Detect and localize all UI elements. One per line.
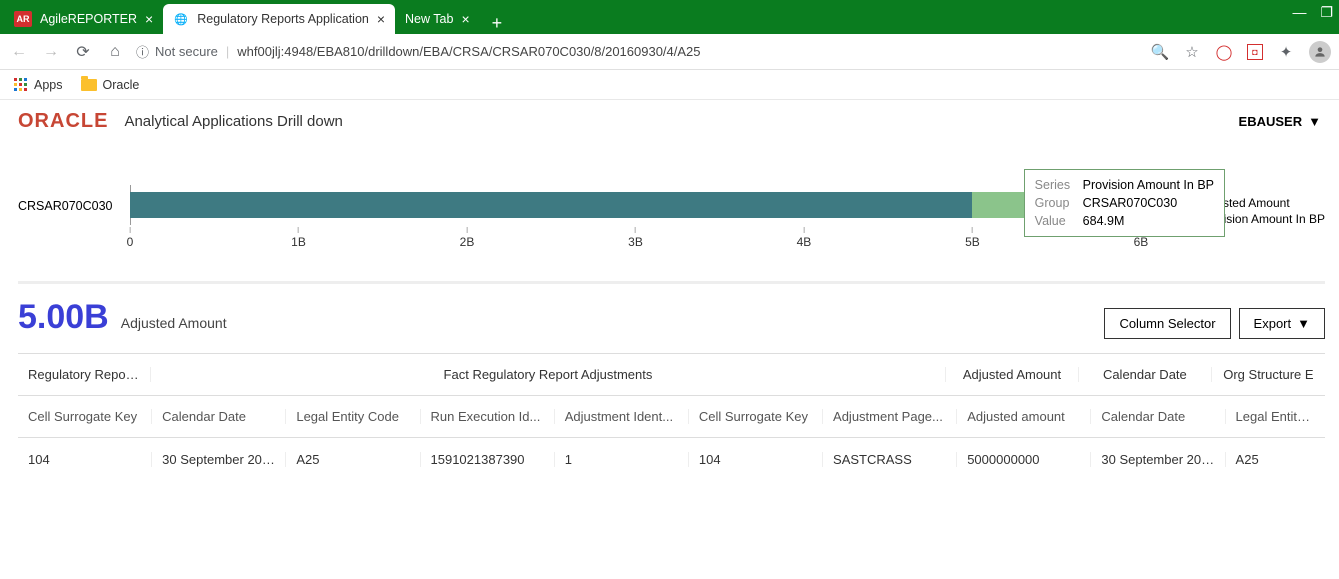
favicon-ar: AR [14, 11, 32, 27]
security-indicator[interactable]: ⓘ Not secure [136, 42, 218, 61]
column-header[interactable]: Calendar Date [152, 409, 286, 424]
group-header[interactable]: Fact Regulatory Report Adjustments [151, 367, 946, 382]
bar-chart: CRSAR070C030 0 1B 2B 3B 4B 5B 6B SeriesP… [18, 173, 1325, 263]
tab-title: New Tab [405, 12, 453, 26]
maximize-button[interactable]: ❐ [1320, 4, 1333, 21]
home-button[interactable]: ⌂ [104, 43, 126, 61]
cell: A25 [1226, 452, 1325, 467]
summary-row: 5.00B Adjusted Amount Column Selector Ex… [18, 298, 1325, 339]
browser-tab-strip: AR AgileREPORTER × 🌐 Regulatory Reports … [0, 0, 1339, 34]
extensions-puzzle-icon[interactable]: ✦ [1277, 43, 1295, 61]
chevron-down-icon: ▼ [1308, 114, 1321, 129]
column-header[interactable]: Adjustment Page... [823, 409, 957, 424]
tab-title: Regulatory Reports Application [197, 12, 369, 26]
folder-icon [81, 79, 97, 91]
table-column-header: Cell Surrogate Key Calendar Date Legal E… [18, 396, 1325, 438]
toolbar-right: 🔍 ☆ ◯ ◘ ✦ [1151, 41, 1331, 63]
extension-ublock-icon[interactable]: ◯ [1215, 43, 1233, 61]
user-label: EBAUSER [1239, 114, 1303, 129]
close-icon[interactable]: × [461, 11, 469, 27]
profile-avatar[interactable] [1309, 41, 1331, 63]
export-button[interactable]: Export▼ [1239, 308, 1325, 339]
page-title: Analytical Applications Drill down [124, 113, 342, 130]
group-header[interactable]: Adjusted Amount [946, 367, 1079, 382]
group-header[interactable]: Regulatory Repor... [18, 367, 151, 382]
column-header[interactable]: Cell Surrogate Key [689, 409, 823, 424]
reload-button[interactable]: ⟳ [72, 42, 94, 62]
cell: 104 [18, 452, 152, 467]
cell: SASTCRASS [823, 452, 957, 467]
cell: 5000000000 [957, 452, 1091, 467]
cell: 30 September 2016 [152, 452, 286, 467]
forward-button[interactable]: → [40, 43, 62, 61]
cell: 1 [555, 452, 689, 467]
tab-new[interactable]: New Tab × [395, 4, 480, 34]
url-field[interactable]: ⓘ Not secure | whf00jlj:4948/EBA810/dril… [136, 42, 1141, 61]
globe-icon: 🌐 [173, 11, 189, 27]
group-header[interactable]: Calendar Date [1079, 367, 1212, 382]
oracle-logo: ORACLE [18, 110, 108, 133]
close-icon[interactable]: × [145, 11, 153, 27]
cell: A25 [286, 452, 420, 467]
column-header[interactable]: Legal Entity Code [286, 409, 420, 424]
column-header[interactable]: Cell Surrogate Key [18, 409, 152, 424]
table-row[interactable]: 104 30 September 2016 A25 1591021387390 … [18, 438, 1325, 480]
column-header[interactable]: Calendar Date [1091, 409, 1225, 424]
bookmark-oracle[interactable]: Oracle [81, 78, 140, 92]
address-bar: ← → ⟳ ⌂ ⓘ Not secure | whf00jlj:4948/EBA… [0, 34, 1339, 70]
not-secure-label: Not secure [155, 44, 218, 59]
summary-value: 5.00B [18, 298, 109, 337]
column-selector-button[interactable]: Column Selector [1104, 308, 1230, 339]
column-header[interactable]: Run Execution Id... [421, 409, 555, 424]
url-text: whf00jlj:4948/EBA810/drilldown/EBA/CRSA/… [237, 44, 700, 59]
cell: 30 September 2016 [1091, 452, 1225, 467]
summary-label: Adjusted Amount [121, 315, 227, 331]
group-header[interactable]: Org Structure E [1212, 367, 1325, 382]
zoom-icon[interactable]: 🔍 [1151, 43, 1169, 61]
window-controls: — ❐ [1292, 4, 1333, 21]
column-header[interactable]: Adjusted amount [957, 409, 1091, 424]
tab-agilereporter[interactable]: AR AgileREPORTER × [4, 4, 163, 34]
app-header: ORACLE Analytical Applications Drill dow… [0, 100, 1339, 143]
cell: 1591021387390 [421, 452, 555, 467]
apps-label: Apps [34, 78, 63, 92]
apps-shortcut[interactable]: Apps [14, 78, 63, 92]
chart-bar-adjusted[interactable] [130, 192, 972, 218]
apps-grid-icon [14, 78, 28, 92]
tab-regulatory-reports[interactable]: 🌐 Regulatory Reports Application × [163, 4, 395, 34]
close-icon[interactable]: × [377, 11, 385, 27]
info-icon: ⓘ [136, 42, 149, 61]
tab-title: AgileREPORTER [40, 12, 137, 26]
new-tab-button[interactable]: + [480, 13, 515, 34]
user-menu[interactable]: EBAUSER ▼ [1239, 114, 1321, 129]
chevron-down-icon: ▼ [1297, 316, 1310, 331]
cell: 104 [689, 452, 823, 467]
bookmark-bar: Apps Oracle [0, 70, 1339, 100]
chart-category-label: CRSAR070C030 [18, 199, 113, 213]
column-header[interactable]: Legal Entity C [1226, 409, 1325, 424]
extension-icon[interactable]: ◘ [1247, 44, 1263, 60]
minimize-button[interactable]: — [1292, 4, 1306, 21]
table-group-header: Regulatory Repor... Fact Regulatory Repo… [18, 354, 1325, 396]
back-button[interactable]: ← [8, 43, 30, 61]
data-table: Regulatory Repor... Fact Regulatory Repo… [18, 353, 1325, 480]
bookmark-star-icon[interactable]: ☆ [1183, 43, 1201, 61]
chart-tooltip: SeriesProvision Amount In BP GroupCRSAR0… [1024, 169, 1225, 237]
column-header[interactable]: Adjustment Ident... [555, 409, 689, 424]
bookmark-label: Oracle [103, 78, 140, 92]
